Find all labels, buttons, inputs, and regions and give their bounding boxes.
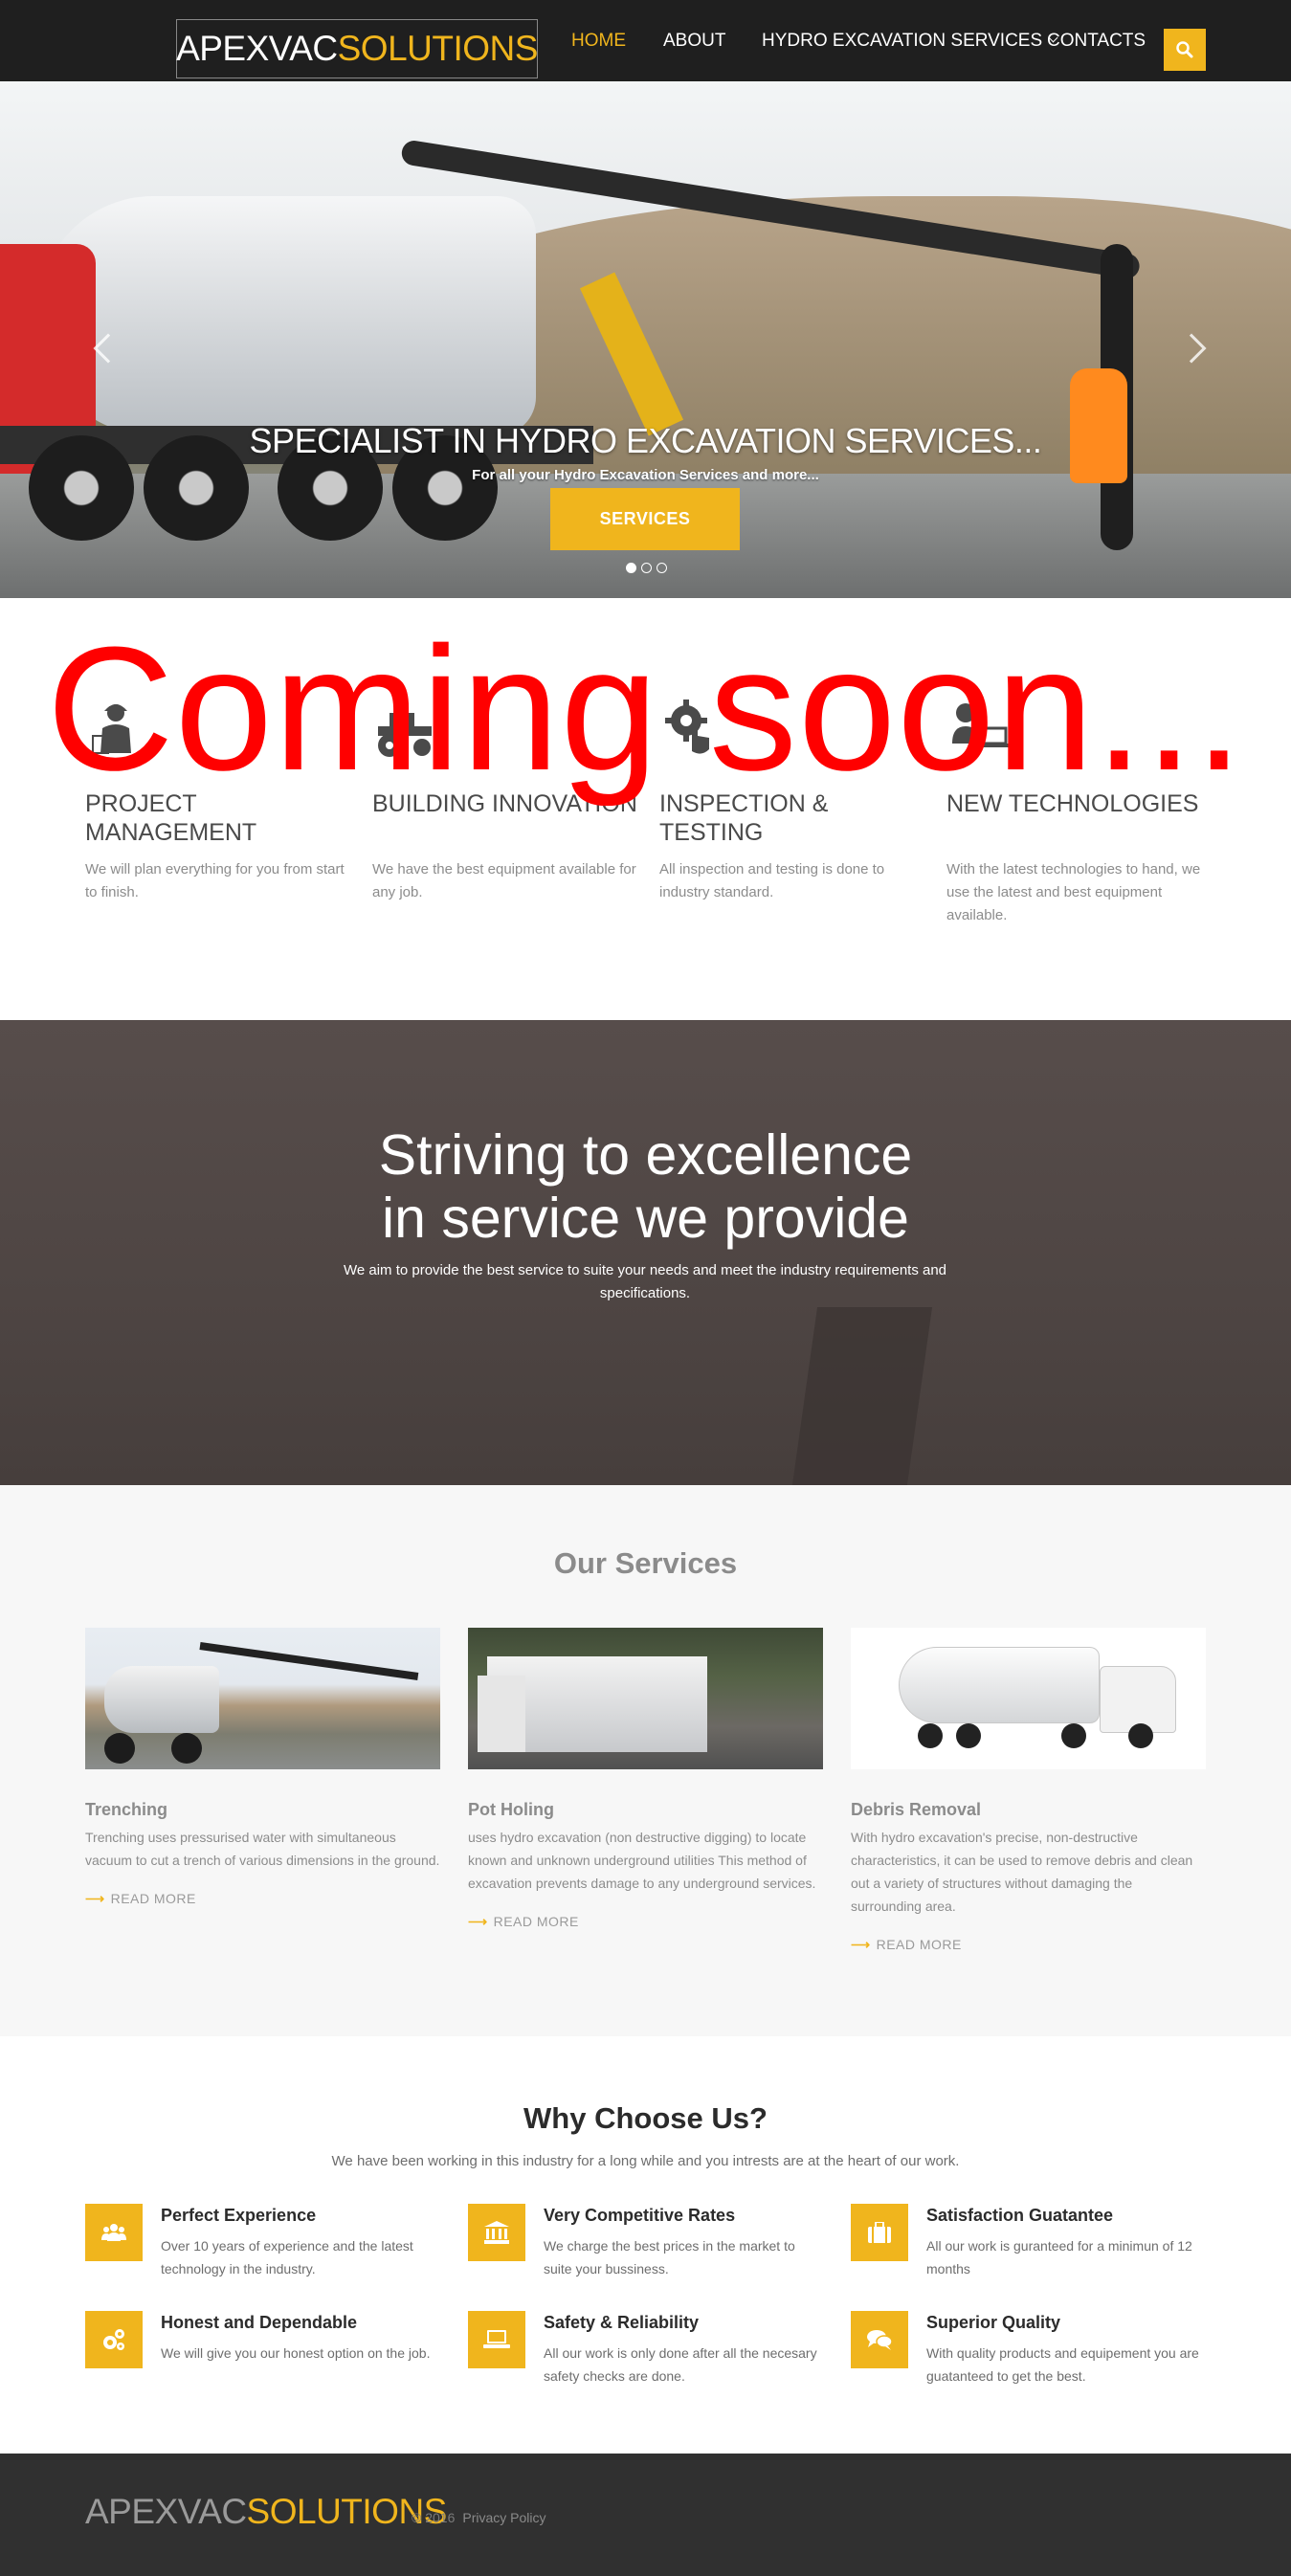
feature-text: With the latest technologies to hand, we… bbox=[946, 861, 1201, 923]
person-laptop-icon bbox=[952, 703, 1012, 747]
laptop-icon bbox=[468, 2311, 525, 2368]
service-text: With hydro excavation's precise, non-des… bbox=[851, 1830, 1193, 1914]
briefcase-icon bbox=[851, 2204, 908, 2261]
feature-title: NEW TECHNOLOGIES bbox=[946, 790, 1199, 817]
service-title[interactable]: Debris Removal bbox=[851, 1800, 1206, 1820]
why-choose-us-section: Why Choose Us? We have been working in t… bbox=[0, 2036, 1291, 2454]
nav-about[interactable]: ABOUT bbox=[663, 0, 725, 81]
why-item-title: Safety & Reliability bbox=[544, 2313, 700, 2332]
footer-copyright: © 2016 Privacy Policy bbox=[412, 2510, 546, 2525]
excellence-title: Striving to excellence in service we prov… bbox=[0, 1123, 1291, 1250]
site-footer: APEXVACSOLUTIONS © 2016 Privacy Policy bbox=[0, 2454, 1291, 2576]
hero-title: SPECIALIST IN HYDRO EXCAVATION SERVICES.… bbox=[249, 421, 1042, 460]
excellence-text: We aim to provide the best service to su… bbox=[343, 1262, 947, 1301]
nav-home[interactable]: HOME bbox=[571, 0, 626, 81]
service-card: Pot Holing uses hydro excavation (non de… bbox=[468, 1628, 823, 1930]
why-item-text: All our work is only done after all the … bbox=[544, 2345, 817, 2384]
why-item-text: We charge the best prices in the market … bbox=[544, 2238, 795, 2276]
feature-text: All inspection and testing is done to in… bbox=[659, 861, 885, 900]
read-more-link[interactable]: ⟶ READ MORE bbox=[468, 1914, 823, 1930]
why-item-title: Very Competitive Rates bbox=[544, 2206, 736, 2225]
why-item-title: Superior Quality bbox=[926, 2313, 1061, 2332]
truck-image bbox=[38, 196, 536, 435]
worker-icon bbox=[92, 704, 131, 754]
trenching-image[interactable] bbox=[85, 1628, 440, 1769]
why-item-text: With quality products and equipement you… bbox=[926, 2345, 1199, 2384]
why-item-text: All our work is guranteed for a minimun … bbox=[926, 2238, 1192, 2276]
services-section: Our Services Trenching Trenching uses pr… bbox=[0, 1485, 1291, 2036]
hero-subtitle: For all your Hydro Excavation Services a… bbox=[472, 467, 819, 483]
nav-hydro-excavation[interactable]: HYDRO EXCAVATION SERVICES bbox=[762, 0, 1058, 81]
service-card: Debris Removal With hydro excavation's p… bbox=[851, 1628, 1206, 1953]
feature-text: We will plan everything for you from sta… bbox=[85, 861, 345, 900]
services-heading: Our Services bbox=[553, 1546, 738, 1580]
why-item-title: Satisfaction Guatantee bbox=[926, 2206, 1114, 2225]
copyright-text: © 2016 bbox=[412, 2510, 456, 2525]
debris-removal-image[interactable] bbox=[851, 1628, 1206, 1769]
service-card: Trenching Trenching uses pressurised wat… bbox=[85, 1628, 440, 1907]
feature-text: We have the best equipment available for… bbox=[372, 861, 636, 900]
slider-dot[interactable] bbox=[626, 563, 636, 573]
nav-home-label: HOME bbox=[571, 30, 626, 51]
search-button[interactable] bbox=[1164, 29, 1206, 71]
read-more-label: READ MORE bbox=[493, 1914, 579, 1929]
read-more-link[interactable]: ⟶ READ MORE bbox=[851, 1937, 1206, 1953]
features-section: PROJECT MANAGEMENT We will plan everythi… bbox=[0, 598, 1291, 1020]
arrow-right-icon: ⟶ bbox=[85, 1891, 105, 1906]
excellence-title-line2: in service we provide bbox=[382, 1187, 909, 1250]
service-title[interactable]: Trenching bbox=[85, 1800, 440, 1820]
nav-contacts-label: CONTACTS bbox=[1047, 30, 1146, 51]
comments-icon bbox=[851, 2311, 908, 2368]
site-logo[interactable]: APEXVAC SOLUTIONS bbox=[176, 19, 538, 78]
footer-logo[interactable]: APEXVACSOLUTIONS bbox=[85, 2492, 447, 2532]
nav-about-label: ABOUT bbox=[663, 30, 726, 51]
arrow-right-icon: ⟶ bbox=[851, 1937, 871, 1952]
site-header: APEXVAC SOLUTIONS HOME ABOUT HYDRO EXCAVA… bbox=[0, 0, 1291, 81]
why-item-title: Perfect Experience bbox=[161, 2206, 317, 2225]
why-item-text: We will give you our honest option on th… bbox=[161, 2345, 431, 2361]
service-text: uses hydro excavation (non destructive d… bbox=[468, 1830, 816, 1891]
why-subtitle: We have been working in this industry fo… bbox=[331, 2153, 960, 2169]
arrow-right-icon: ⟶ bbox=[468, 1914, 488, 1929]
gears-icon bbox=[85, 2311, 143, 2368]
why-item-title: Honest and Dependable bbox=[161, 2313, 358, 2332]
why-item-text: Over 10 years of experience and the late… bbox=[161, 2238, 413, 2276]
read-more-label: READ MORE bbox=[110, 1891, 196, 1906]
service-text: Trenching uses pressurised water with si… bbox=[85, 1830, 440, 1868]
excellence-title-line1: Striving to excellence bbox=[378, 1123, 913, 1187]
logo-text-part2: SOLUTIONS bbox=[337, 29, 539, 68]
gear-hand-icon bbox=[665, 700, 709, 754]
hero-slider: SPECIALIST IN HYDRO EXCAVATION SERVICES.… bbox=[0, 81, 1291, 598]
nav-contacts[interactable]: CONTACTS bbox=[1047, 0, 1146, 81]
feature-title: INSPECTION & TESTING bbox=[659, 790, 829, 846]
slider-dot[interactable] bbox=[657, 563, 667, 573]
privacy-policy-link[interactable]: Privacy Policy bbox=[462, 2510, 545, 2525]
slider-dots bbox=[626, 563, 667, 573]
users-icon bbox=[85, 2204, 143, 2261]
service-title[interactable]: Pot Holing bbox=[468, 1800, 823, 1820]
feature-title: BUILDING INNOVATION bbox=[372, 790, 637, 817]
read-more-link[interactable]: ⟶ READ MORE bbox=[85, 1891, 440, 1907]
excellence-banner: Striving to excellence in service we prov… bbox=[0, 1020, 1291, 1485]
why-heading: Why Choose Us? bbox=[523, 2101, 768, 2135]
bank-icon bbox=[468, 2204, 525, 2261]
nav-hydro-label: HYDRO EXCAVATION SERVICES bbox=[762, 30, 1043, 51]
read-more-label: READ MORE bbox=[876, 1937, 962, 1952]
pot-holing-image[interactable] bbox=[468, 1628, 823, 1769]
feature-title: PROJECT MANAGEMENT bbox=[85, 790, 257, 846]
logo-text-part1: APEXVAC bbox=[176, 29, 338, 68]
footer-logo-part1: APEXVAC bbox=[85, 2492, 247, 2531]
services-button[interactable]: SERVICES bbox=[550, 488, 740, 550]
slider-dot[interactable] bbox=[641, 563, 652, 573]
search-icon bbox=[1176, 41, 1193, 58]
tractor-icon bbox=[378, 713, 432, 757]
